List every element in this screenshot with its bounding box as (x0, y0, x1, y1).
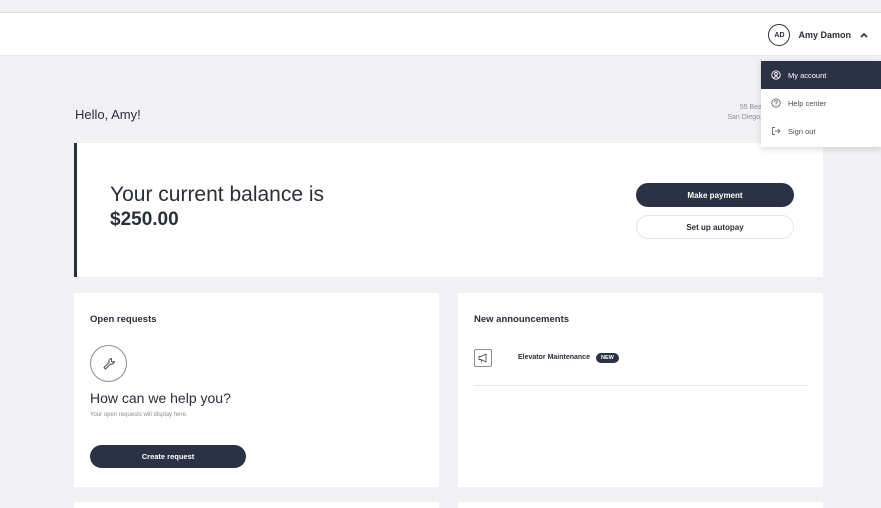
dropdown-item-help-center[interactable]: Help center (761, 89, 881, 117)
lower-card-left (74, 502, 439, 508)
announcement-item[interactable]: Elevator Maintenance NEW (474, 344, 807, 386)
balance-amount: $250.00 (110, 209, 179, 230)
address-line-1: 55 Bea (739, 104, 762, 111)
setup-autopay-button[interactable]: Set up autopay (636, 215, 794, 239)
dropdown-item-my-account[interactable]: My account (761, 61, 881, 89)
user-dropdown-menu: My account Help center Sign out (761, 61, 881, 147)
make-payment-button[interactable]: Make payment (636, 183, 794, 207)
sign-out-icon (771, 126, 781, 136)
greeting-heading: Hello, Amy! (75, 107, 141, 122)
open-requests-card: Open requests How can we help you? Your … (74, 293, 439, 487)
dropdown-item-label: My account (788, 70, 827, 80)
announcements-card: New announcements Elevator Maintenance N… (458, 293, 823, 487)
avatar: AD (768, 24, 791, 46)
top-header: AD Amy Damon (0, 12, 881, 56)
help-heading: How can we help you? (90, 390, 231, 406)
property-address: 55 Bea San Diego, (700, 103, 762, 123)
help-subtext: Your open requests will display here. (90, 412, 188, 418)
dropdown-item-sign-out[interactable]: Sign out (761, 117, 881, 145)
card-title: Open requests (90, 314, 157, 325)
balance-card: Your current balance is $250.00 Make pay… (74, 143, 823, 277)
chevron-up-icon (859, 30, 869, 40)
dropdown-item-label: Help center (788, 98, 827, 108)
card-title: New announcements (474, 314, 570, 325)
balance-label: Your current balance is (110, 183, 325, 206)
megaphone-icon (474, 349, 492, 367)
announcement-title: Elevator Maintenance (518, 354, 590, 361)
user-name: Amy Damon (798, 30, 851, 40)
dropdown-item-label: Sign out (788, 126, 816, 136)
new-badge: NEW (595, 353, 619, 363)
question-circle-icon (771, 98, 781, 108)
address-line-2: San Diego, (727, 114, 762, 121)
create-request-button[interactable]: Create request (90, 445, 246, 468)
page-top-strip (0, 0, 881, 12)
user-menu-toggle[interactable]: AD Amy Damon (768, 23, 869, 47)
lower-card-right (458, 502, 823, 508)
user-circle-icon (771, 70, 781, 80)
wrench-icon (90, 345, 127, 382)
